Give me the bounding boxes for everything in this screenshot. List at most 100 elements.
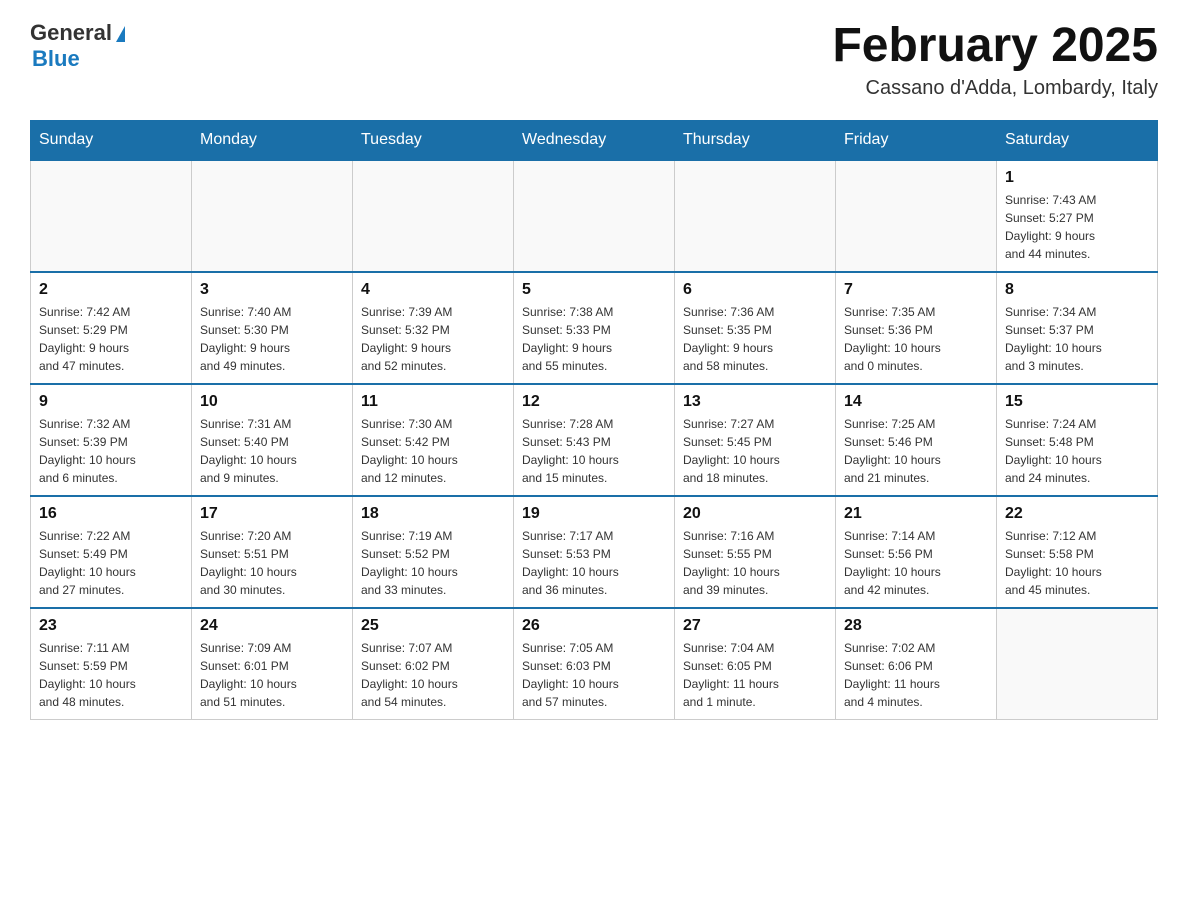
day-info: Sunrise: 7:12 AMSunset: 5:58 PMDaylight:… [1005, 527, 1149, 599]
day-info: Sunrise: 7:42 AMSunset: 5:29 PMDaylight:… [39, 303, 183, 375]
calendar-day-cell [192, 160, 353, 272]
calendar-day-cell: 12 Sunrise: 7:28 AMSunset: 5:43 PMDayligh… [514, 384, 675, 496]
day-number: 27 [683, 617, 827, 635]
calendar-day-cell: 20 Sunrise: 7:16 AMSunset: 5:55 PMDayligh… [675, 496, 836, 608]
day-number: 24 [200, 617, 344, 635]
day-number: 10 [200, 393, 344, 411]
logo: General Blue [30, 20, 125, 72]
location-text: Cassano d'Adda, Lombardy, Italy [832, 77, 1158, 100]
day-of-week-header: Saturday [997, 120, 1158, 160]
day-info: Sunrise: 7:24 AMSunset: 5:48 PMDaylight:… [1005, 415, 1149, 487]
calendar-week-row: 2 Sunrise: 7:42 AMSunset: 5:29 PMDaylight… [31, 272, 1158, 384]
day-number: 2 [39, 281, 183, 299]
day-of-week-header: Sunday [31, 120, 192, 160]
day-info: Sunrise: 7:19 AMSunset: 5:52 PMDaylight:… [361, 527, 505, 599]
day-info: Sunrise: 7:28 AMSunset: 5:43 PMDaylight:… [522, 415, 666, 487]
day-of-week-header: Monday [192, 120, 353, 160]
calendar-day-cell: 10 Sunrise: 7:31 AMSunset: 5:40 PMDayligh… [192, 384, 353, 496]
day-number: 7 [844, 281, 988, 299]
calendar-table: SundayMondayTuesdayWednesdayThursdayFrid… [30, 120, 1158, 720]
day-info: Sunrise: 7:22 AMSunset: 5:49 PMDaylight:… [39, 527, 183, 599]
day-number: 21 [844, 505, 988, 523]
calendar-week-row: 23Sunrise: 7:11 AMSunset: 5:59 PMDayligh… [31, 608, 1158, 720]
day-number: 20 [683, 505, 827, 523]
day-info: Sunrise: 7:39 AMSunset: 5:32 PMDaylight:… [361, 303, 505, 375]
page-header: General Blue February 2025 Cassano d'Add… [30, 20, 1158, 100]
calendar-day-cell [31, 160, 192, 272]
day-info: Sunrise: 7:31 AMSunset: 5:40 PMDaylight:… [200, 415, 344, 487]
calendar-day-cell: 21 Sunrise: 7:14 AMSunset: 5:56 PMDayligh… [836, 496, 997, 608]
calendar-day-cell [514, 160, 675, 272]
calendar-day-cell [675, 160, 836, 272]
day-info: Sunrise: 7:32 AMSunset: 5:39 PMDaylight:… [39, 415, 183, 487]
calendar-day-cell: 14 Sunrise: 7:25 AMSunset: 5:46 PMDayligh… [836, 384, 997, 496]
calendar-day-cell: 4 Sunrise: 7:39 AMSunset: 5:32 PMDaylight… [353, 272, 514, 384]
calendar-week-row: 1 Sunrise: 7:43 AMSunset: 5:27 PMDaylight… [31, 160, 1158, 272]
day-info: Sunrise: 7:11 AMSunset: 5:59 PMDaylight:… [39, 639, 183, 711]
calendar-day-cell: 25 Sunrise: 7:07 AMSunset: 6:02 PMDayligh… [353, 608, 514, 720]
calendar-day-cell: 16 Sunrise: 7:22 AMSunset: 5:49 PMDayligh… [31, 496, 192, 608]
calendar-day-cell: 19Sunrise: 7:17 AMSunset: 5:53 PMDayligh… [514, 496, 675, 608]
day-number: 19 [522, 505, 666, 523]
day-number: 12 [522, 393, 666, 411]
calendar-week-row: 9 Sunrise: 7:32 AMSunset: 5:39 PMDaylight… [31, 384, 1158, 496]
day-info: Sunrise: 7:43 AMSunset: 5:27 PMDaylight:… [1005, 191, 1149, 263]
calendar-day-cell: 6 Sunrise: 7:36 AMSunset: 5:35 PMDaylight… [675, 272, 836, 384]
calendar-day-cell: 7 Sunrise: 7:35 AMSunset: 5:36 PMDaylight… [836, 272, 997, 384]
day-number: 28 [844, 617, 988, 635]
calendar-day-cell: 23Sunrise: 7:11 AMSunset: 5:59 PMDayligh… [31, 608, 192, 720]
day-number: 16 [39, 505, 183, 523]
day-number: 1 [1005, 169, 1149, 187]
day-number: 3 [200, 281, 344, 299]
calendar-day-cell: 24 Sunrise: 7:09 AMSunset: 6:01 PMDayligh… [192, 608, 353, 720]
day-number: 26 [522, 617, 666, 635]
day-number: 8 [1005, 281, 1149, 299]
day-number: 9 [39, 393, 183, 411]
calendar-day-cell [353, 160, 514, 272]
calendar-day-cell: 8 Sunrise: 7:34 AMSunset: 5:37 PMDaylight… [997, 272, 1158, 384]
day-info: Sunrise: 7:20 AMSunset: 5:51 PMDaylight:… [200, 527, 344, 599]
calendar-day-cell: 28Sunrise: 7:02 AMSunset: 6:06 PMDayligh… [836, 608, 997, 720]
day-info: Sunrise: 7:07 AMSunset: 6:02 PMDaylight:… [361, 639, 505, 711]
day-info: Sunrise: 7:36 AMSunset: 5:35 PMDaylight:… [683, 303, 827, 375]
day-number: 14 [844, 393, 988, 411]
day-info: Sunrise: 7:25 AMSunset: 5:46 PMDaylight:… [844, 415, 988, 487]
day-info: Sunrise: 7:34 AMSunset: 5:37 PMDaylight:… [1005, 303, 1149, 375]
calendar-header-row: SundayMondayTuesdayWednesdayThursdayFrid… [31, 120, 1158, 160]
day-of-week-header: Thursday [675, 120, 836, 160]
day-number: 6 [683, 281, 827, 299]
calendar-day-cell [997, 608, 1158, 720]
calendar-day-cell: 27Sunrise: 7:04 AMSunset: 6:05 PMDayligh… [675, 608, 836, 720]
day-number: 25 [361, 617, 505, 635]
day-number: 11 [361, 393, 505, 411]
day-number: 15 [1005, 393, 1149, 411]
day-info: Sunrise: 7:14 AMSunset: 5:56 PMDaylight:… [844, 527, 988, 599]
calendar-day-cell: 9 Sunrise: 7:32 AMSunset: 5:39 PMDaylight… [31, 384, 192, 496]
day-of-week-header: Friday [836, 120, 997, 160]
calendar-day-cell: 15 Sunrise: 7:24 AMSunset: 5:48 PMDayligh… [997, 384, 1158, 496]
calendar-day-cell: 13Sunrise: 7:27 AMSunset: 5:45 PMDayligh… [675, 384, 836, 496]
logo-general-text: General [30, 20, 112, 46]
calendar-day-cell: 1 Sunrise: 7:43 AMSunset: 5:27 PMDaylight… [997, 160, 1158, 272]
day-number: 18 [361, 505, 505, 523]
calendar-week-row: 16 Sunrise: 7:22 AMSunset: 5:49 PMDayligh… [31, 496, 1158, 608]
month-title: February 2025 [832, 20, 1158, 73]
day-info: Sunrise: 7:35 AMSunset: 5:36 PMDaylight:… [844, 303, 988, 375]
day-number: 22 [1005, 505, 1149, 523]
calendar-day-cell: 17Sunrise: 7:20 AMSunset: 5:51 PMDayligh… [192, 496, 353, 608]
calendar-day-cell: 26 Sunrise: 7:05 AMSunset: 6:03 PMDayligh… [514, 608, 675, 720]
day-info: Sunrise: 7:09 AMSunset: 6:01 PMDaylight:… [200, 639, 344, 711]
calendar-day-cell: 3Sunrise: 7:40 AMSunset: 5:30 PMDaylight… [192, 272, 353, 384]
day-info: Sunrise: 7:16 AMSunset: 5:55 PMDaylight:… [683, 527, 827, 599]
calendar-day-cell: 5 Sunrise: 7:38 AMSunset: 5:33 PMDaylight… [514, 272, 675, 384]
calendar-day-cell: 11Sunrise: 7:30 AMSunset: 5:42 PMDayligh… [353, 384, 514, 496]
day-number: 4 [361, 281, 505, 299]
day-info: Sunrise: 7:38 AMSunset: 5:33 PMDaylight:… [522, 303, 666, 375]
calendar-day-cell: 22 Sunrise: 7:12 AMSunset: 5:58 PMDayligh… [997, 496, 1158, 608]
day-info: Sunrise: 7:27 AMSunset: 5:45 PMDaylight:… [683, 415, 827, 487]
calendar-day-cell: 18 Sunrise: 7:19 AMSunset: 5:52 PMDayligh… [353, 496, 514, 608]
day-info: Sunrise: 7:05 AMSunset: 6:03 PMDaylight:… [522, 639, 666, 711]
day-number: 5 [522, 281, 666, 299]
day-of-week-header: Wednesday [514, 120, 675, 160]
logo-blue-text: Blue [32, 46, 80, 72]
